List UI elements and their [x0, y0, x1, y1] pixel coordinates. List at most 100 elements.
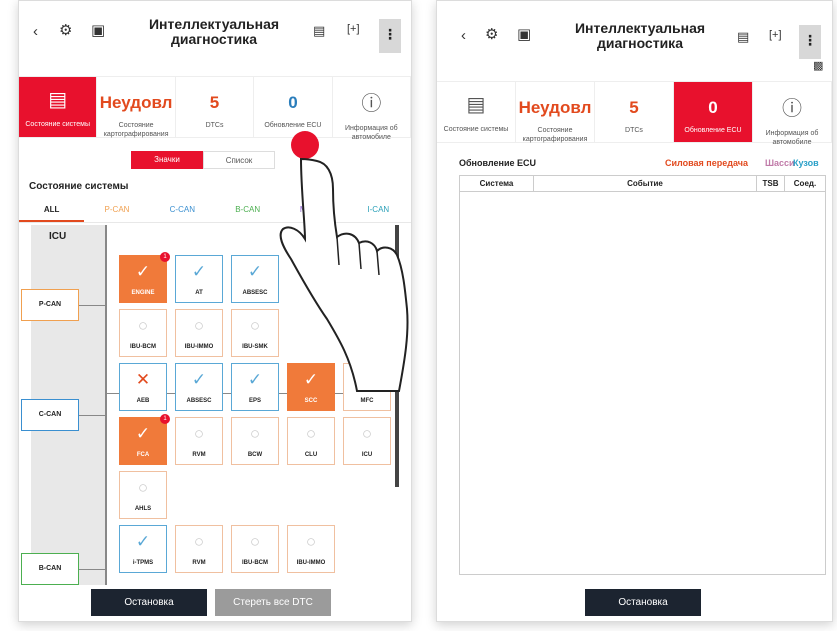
- can-tab-c[interactable]: C-CAN: [150, 201, 215, 222]
- back-icon[interactable]: ‹: [33, 23, 38, 40]
- tab-mapping-status[interactable]: Неудовл Состояние картографирования: [97, 77, 176, 138]
- ecu-ibu-bcm[interactable]: ○ IBU-BCM: [231, 525, 279, 573]
- ecu-icon[interactable]: ▤: [313, 23, 325, 39]
- ecu-label: MFC: [360, 398, 374, 404]
- filter-chassis[interactable]: Шасси: [765, 158, 795, 168]
- ecu-at[interactable]: ✓ AT: [175, 255, 223, 303]
- inactive-icon: ○: [305, 532, 317, 551]
- filter-powertrain[interactable]: Силовая передача: [665, 158, 748, 168]
- can-tab-all[interactable]: ALL: [19, 201, 85, 222]
- inactive-icon: ○: [249, 424, 261, 443]
- inactive-icon: ○: [193, 424, 205, 443]
- ecu-label: IBU-IMMO: [296, 560, 326, 566]
- car-scan-icon[interactable]: ⚙: [59, 21, 72, 39]
- check-icon: ✓: [247, 262, 263, 281]
- view-list-button[interactable]: Список: [203, 151, 275, 169]
- ecu-ibu-bcm[interactable]: ○ IBU-BCM: [119, 309, 167, 357]
- tab-vehicle-info[interactable]: ⓘ Информация об автомобиле: [333, 77, 411, 141]
- check-icon: ✓: [135, 262, 151, 281]
- car-info-icon: ⓘ: [782, 98, 802, 120]
- ecu-label: RVM: [192, 452, 206, 458]
- tab-mapping-status[interactable]: Неудовл Состояние картографирования: [516, 82, 595, 143]
- ecu-eps[interactable]: ✓ EPS: [231, 363, 279, 411]
- ecu-label: AT: [195, 290, 203, 296]
- scrollbar[interactable]: [395, 225, 399, 487]
- stop-button[interactable]: Остановка: [585, 589, 701, 616]
- dtc-count-badge: 1: [160, 414, 170, 424]
- car-scan-icon[interactable]: ⚙: [485, 25, 498, 43]
- car-info-icon: ⓘ: [361, 93, 382, 115]
- tab-system-status[interactable]: ▤ Состояние системы: [437, 82, 516, 142]
- ecu-label: BCW: [247, 452, 263, 458]
- ecu-absesc[interactable]: ✓ ABSESC: [175, 363, 223, 411]
- ecu-icon[interactable]: ▤: [737, 29, 749, 45]
- can-tab-b[interactable]: B-CAN: [215, 201, 280, 222]
- fullscreen-icon[interactable]: [+]: [769, 29, 782, 41]
- more-menu-icon[interactable]: ⋮: [799, 25, 821, 59]
- can-tab-i[interactable]: I-CAN: [346, 201, 411, 222]
- clear-dtc-button[interactable]: Стереть все DTC: [215, 589, 331, 616]
- ecu-label: AEB: [136, 398, 150, 404]
- ecu-ibu-immo[interactable]: ○ IBU-IMMO: [287, 525, 335, 573]
- ecu-rvm[interactable]: ○ RVM: [175, 417, 223, 465]
- ecu-aeb[interactable]: ✕ AEB: [119, 363, 167, 411]
- page-title: Интеллектуальная диагностика: [148, 16, 280, 47]
- checklist-icon: ▤: [48, 89, 68, 111]
- ecu-update-header: Обновление ECU Силовая передача Шасси Ку…: [437, 158, 832, 172]
- bus-c-can[interactable]: C-CAN: [21, 399, 79, 431]
- inactive-icon: ○: [249, 316, 261, 335]
- tab-ecu-update[interactable]: 0 Обновление ECU: [674, 82, 753, 142]
- ecu-icu[interactable]: ○ ICU: [343, 417, 391, 465]
- ecu-engine[interactable]: ✓ ENGINE 1: [119, 252, 170, 303]
- tab-system-status[interactable]: ▤ Состояние системы: [19, 77, 98, 137]
- col-tsb: TSB: [757, 176, 785, 191]
- ecu-label: FCA: [136, 452, 150, 458]
- ecu-ahls[interactable]: ○ AHLS: [119, 471, 167, 519]
- can-tab-m[interactable]: M-CAN: [280, 201, 345, 222]
- right-screen: ‹ ⚙ ▣ Интеллектуальная диагностика ▤ [+]…: [436, 0, 833, 622]
- ecu-absesc[interactable]: ✓ ABSESC: [231, 255, 279, 303]
- inactive-icon: ○: [193, 532, 205, 551]
- bus-b-can[interactable]: B-CAN: [21, 553, 79, 585]
- can-tab-p[interactable]: P-CAN: [84, 201, 149, 222]
- checklist-icon: ▤: [466, 94, 486, 116]
- ecu-label: ENGINE: [131, 290, 155, 296]
- inactive-icon: ○: [305, 424, 317, 443]
- bus-p-can[interactable]: P-CAN: [21, 289, 79, 321]
- ecu-fca[interactable]: ✓ FCA 1: [119, 414, 170, 465]
- filter-body[interactable]: Кузов: [793, 158, 819, 168]
- ecu-scc[interactable]: ✓ SCC: [287, 363, 335, 411]
- diagnosis-tabs: ▤ Состояние системы Неудовл Состояние ка…: [437, 81, 832, 146]
- ecu-clu[interactable]: ○ CLU: [287, 417, 335, 465]
- back-icon[interactable]: ‹: [461, 27, 466, 44]
- col-connection: Соед.: [793, 179, 817, 188]
- ecu-label: IBU-BCM: [242, 560, 268, 566]
- inactive-icon: ○: [361, 424, 373, 443]
- ecu-label: IBU-SMK: [242, 344, 268, 350]
- tab-dtcs[interactable]: 5 DTCs: [595, 82, 674, 142]
- ecu-rvm[interactable]: ○ RVM: [175, 525, 223, 573]
- tab-ecu-update[interactable]: 0 Обновление ECU: [254, 77, 333, 137]
- view-icons-button[interactable]: Значки: [131, 151, 203, 169]
- fullscreen-icon[interactable]: [+]: [347, 23, 360, 35]
- app-header: ‹ ⚙ ▣ Интеллектуальная диагностика ▤ [+]…: [19, 1, 411, 63]
- vci-icon[interactable]: ▣: [517, 25, 531, 43]
- table-header: Система Событие TSB Соед.: [460, 176, 825, 192]
- ecu-bcw[interactable]: ○ BCW: [231, 417, 279, 465]
- section-title: Состояние системы: [29, 181, 129, 192]
- ecu-i-tpms[interactable]: ✓ i-TPMS: [119, 525, 167, 573]
- ecu-label: ABSESC: [186, 398, 212, 404]
- tab-dtcs[interactable]: 5 DTCs: [176, 77, 255, 137]
- diagnosis-tabs: ▤ Состояние системы Неудовл Состояние ка…: [19, 76, 411, 141]
- stop-button[interactable]: Остановка: [91, 589, 207, 616]
- car-icon[interactable]: ▩: [813, 59, 823, 72]
- ecu-mfc[interactable]: ○ MFC: [343, 363, 391, 411]
- ecu-ibu-immo[interactable]: ○ IBU-IMMO: [175, 309, 223, 357]
- ecu-label: SCC: [304, 398, 318, 404]
- more-menu-icon[interactable]: ⋮: [379, 19, 401, 53]
- tab-vehicle-info[interactable]: ⓘ Информация об автомобиле: [753, 82, 832, 146]
- vci-icon[interactable]: ▣: [91, 21, 105, 39]
- ecu-ibu-smk[interactable]: ○ IBU-SMK: [231, 309, 279, 357]
- ecu-update-table: Система Событие TSB Соед.: [459, 175, 826, 575]
- network-diagram: ICU P-CAN C-CAN B-CAN ✓ ENGINE 1 ✓ AT ✓ ABSESC…: [19, 225, 411, 585]
